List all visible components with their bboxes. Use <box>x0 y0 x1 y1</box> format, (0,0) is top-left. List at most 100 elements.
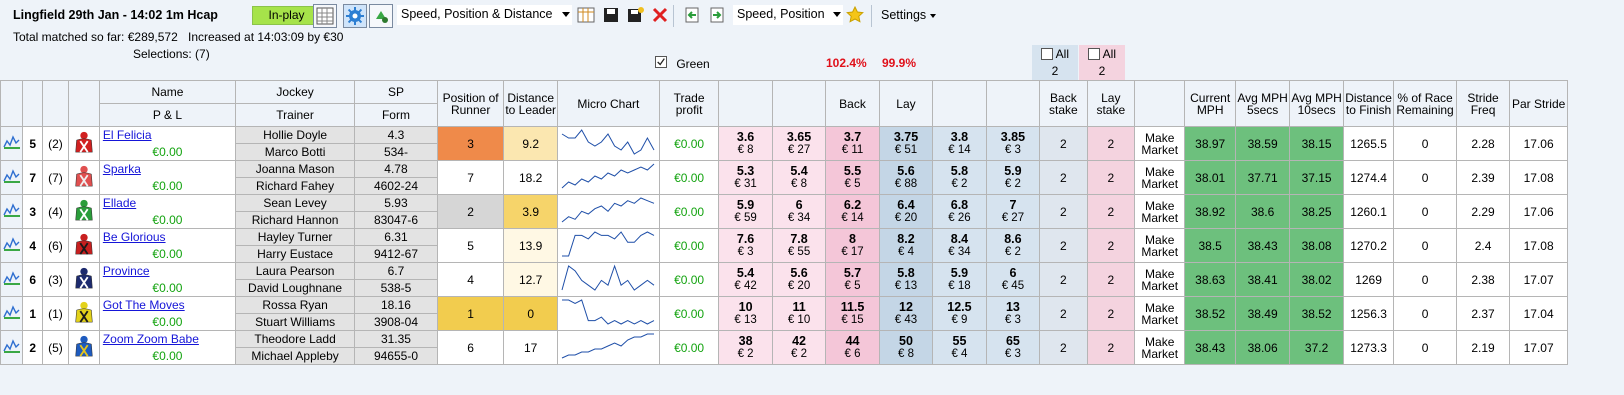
refresh-button[interactable] <box>369 4 393 28</box>
back-price-3[interactable]: 10 € 13 <box>718 296 773 331</box>
col-name[interactable]: Name <box>98 80 237 104</box>
chart-toggle[interactable] <box>0 228 24 263</box>
export-icon[interactable] <box>708 6 726 24</box>
layout-select[interactable]: Speed, Position <box>733 5 843 25</box>
settings-gear-button[interactable] <box>343 4 367 28</box>
col-jockey[interactable]: Jockey <box>235 80 356 104</box>
col-stride-freq[interactable]: Stride Freq <box>1455 80 1511 127</box>
lay-price-best[interactable]: 5.6 € 88 <box>878 160 934 195</box>
back-stake-cell[interactable]: 2 <box>1039 126 1088 161</box>
lay-price-2[interactable]: 12.5 € 9 <box>932 296 987 331</box>
back-price-2[interactable]: 7.8 € 55 <box>771 228 827 263</box>
lay-price-best[interactable]: 50 € 8 <box>878 330 934 365</box>
col-form[interactable]: Form <box>354 103 438 127</box>
back-stake-cell[interactable]: 2 <box>1039 194 1088 229</box>
runner-name-link[interactable]: Be Glorious <box>103 230 166 244</box>
back-price-3[interactable]: 38 € 2 <box>718 330 773 365</box>
lay-price-3[interactable]: 8.6 € 2 <box>985 228 1041 263</box>
lay-price-3[interactable]: 13 € 3 <box>985 296 1041 331</box>
lay-price-2[interactable]: 8.4 € 34 <box>932 228 987 263</box>
chart-toggle[interactable] <box>0 296 24 331</box>
lay-stake-cell[interactable]: 2 <box>1086 160 1136 195</box>
col-avg-mph-5[interactable]: Avg MPH 5secs <box>1234 80 1291 127</box>
make-market-button[interactable]: Make Market <box>1133 296 1186 331</box>
back-stake-cell[interactable]: 2 <box>1039 296 1088 331</box>
col-pl[interactable]: P & L <box>98 103 237 127</box>
runner-name-cell[interactable]: El Felicia <box>98 126 237 144</box>
back-price-2[interactable]: 5.4 € 8 <box>771 160 827 195</box>
col-distance-finish[interactable]: Distance to Finish <box>1342 80 1395 127</box>
chart-toggle[interactable] <box>0 126 24 161</box>
col-race-remaining[interactable]: % of Race Remaining <box>1393 80 1457 127</box>
runner-name-link[interactable]: Zoom Zoom Babe <box>103 332 199 346</box>
favourite-star-icon[interactable] <box>846 5 864 24</box>
runner-name-link[interactable]: Got The Moves <box>103 298 185 312</box>
runner-name-link[interactable]: Sparka <box>103 162 141 176</box>
lay-price-3[interactable]: 6 € 45 <box>985 262 1041 297</box>
runner-name-cell[interactable]: Zoom Zoom Babe <box>98 330 237 348</box>
chart-toggle[interactable] <box>0 262 24 297</box>
all-back-checkbox[interactable] <box>1040 48 1053 60</box>
back-price-3[interactable]: 5.3 € 31 <box>718 160 773 195</box>
runner-name-cell[interactable]: Be Glorious <box>98 228 237 246</box>
back-stake-cell[interactable]: 2 <box>1039 228 1088 263</box>
back-price-2[interactable]: 11 € 10 <box>771 296 827 331</box>
back-price-2[interactable]: 42 € 2 <box>771 330 827 365</box>
lay-stake-cell[interactable]: 2 <box>1086 194 1136 229</box>
back-price-3[interactable]: 5.4 € 42 <box>718 262 773 297</box>
col-back-stake[interactable]: Back stake <box>1039 80 1088 127</box>
make-market-button[interactable]: Make Market <box>1133 126 1186 161</box>
lay-price-best[interactable]: 3.75 € 51 <box>878 126 934 161</box>
back-price-2[interactable]: 5.6 € 20 <box>771 262 827 297</box>
lay-price-best[interactable]: 12 € 43 <box>878 296 934 331</box>
all-lay-checkbox[interactable] <box>1087 48 1100 60</box>
make-market-button[interactable]: Make Market <box>1133 160 1186 195</box>
delete-icon[interactable] <box>651 6 669 24</box>
col-back[interactable]: Back <box>825 80 880 127</box>
back-price-3[interactable]: 5.9 € 59 <box>718 194 773 229</box>
columns-icon[interactable] <box>577 6 595 24</box>
back-price-best[interactable]: 8 € 17 <box>825 228 880 263</box>
make-market-button[interactable]: Make Market <box>1133 228 1186 263</box>
back-price-best[interactable]: 5.5 € 5 <box>825 160 880 195</box>
back-price-best[interactable]: 6.2 € 14 <box>825 194 880 229</box>
back-price-3[interactable]: 3.6 € 8 <box>718 126 773 161</box>
settings-menu[interactable]: Settings <box>881 8 936 22</box>
green-toggle[interactable]: Green <box>655 56 710 71</box>
col-position[interactable]: Position of Runner <box>436 80 505 127</box>
lay-stake-cell[interactable]: 2 <box>1086 262 1136 297</box>
back-price-best[interactable]: 5.7 € 5 <box>825 262 880 297</box>
lay-price-3[interactable]: 5.9 € 2 <box>985 160 1041 195</box>
back-price-2[interactable]: 3.65 € 27 <box>771 126 827 161</box>
lay-price-2[interactable]: 3.8 € 14 <box>932 126 987 161</box>
lay-price-3[interactable]: 7 € 27 <box>985 194 1041 229</box>
all-lay-stake[interactable]: All 2 <box>1079 45 1125 80</box>
back-stake-cell[interactable]: 2 <box>1039 330 1088 365</box>
runner-name-link[interactable]: Ellade <box>103 196 136 210</box>
lay-price-2[interactable]: 5.8 € 2 <box>932 160 987 195</box>
col-sp[interactable]: SP <box>354 80 438 104</box>
save-as-icon[interactable] <box>626 6 644 24</box>
back-price-best[interactable]: 3.7 € 11 <box>825 126 880 161</box>
lay-price-2[interactable]: 5.9 € 18 <box>932 262 987 297</box>
import-icon[interactable] <box>683 6 701 24</box>
view-select[interactable]: Speed, Position & Distance <box>397 5 572 25</box>
runner-name-cell[interactable]: Sparka <box>98 160 237 178</box>
make-market-button[interactable]: Make Market <box>1133 330 1186 365</box>
lay-price-3[interactable]: 65 € 3 <box>985 330 1041 365</box>
col-trade-profit[interactable]: Trade profit <box>658 80 720 127</box>
lay-price-2[interactable]: 6.8 € 26 <box>932 194 987 229</box>
col-distance-leader[interactable]: Distance to Leader <box>503 80 558 127</box>
lay-stake-cell[interactable]: 2 <box>1086 330 1136 365</box>
back-price-best[interactable]: 11.5 € 15 <box>825 296 880 331</box>
back-stake-cell[interactable]: 2 <box>1039 262 1088 297</box>
save-icon[interactable] <box>602 6 620 24</box>
runner-name-cell[interactable]: Got The Moves <box>98 296 237 314</box>
runner-name-cell[interactable]: Province <box>98 262 237 280</box>
lay-price-best[interactable]: 8.2 € 4 <box>878 228 934 263</box>
back-stake-cell[interactable]: 2 <box>1039 160 1088 195</box>
col-trainer[interactable]: Trainer <box>235 103 356 127</box>
make-market-button[interactable]: Make Market <box>1133 262 1186 297</box>
runner-name-link[interactable]: El Felicia <box>103 128 152 142</box>
lay-price-3[interactable]: 3.85 € 3 <box>985 126 1041 161</box>
